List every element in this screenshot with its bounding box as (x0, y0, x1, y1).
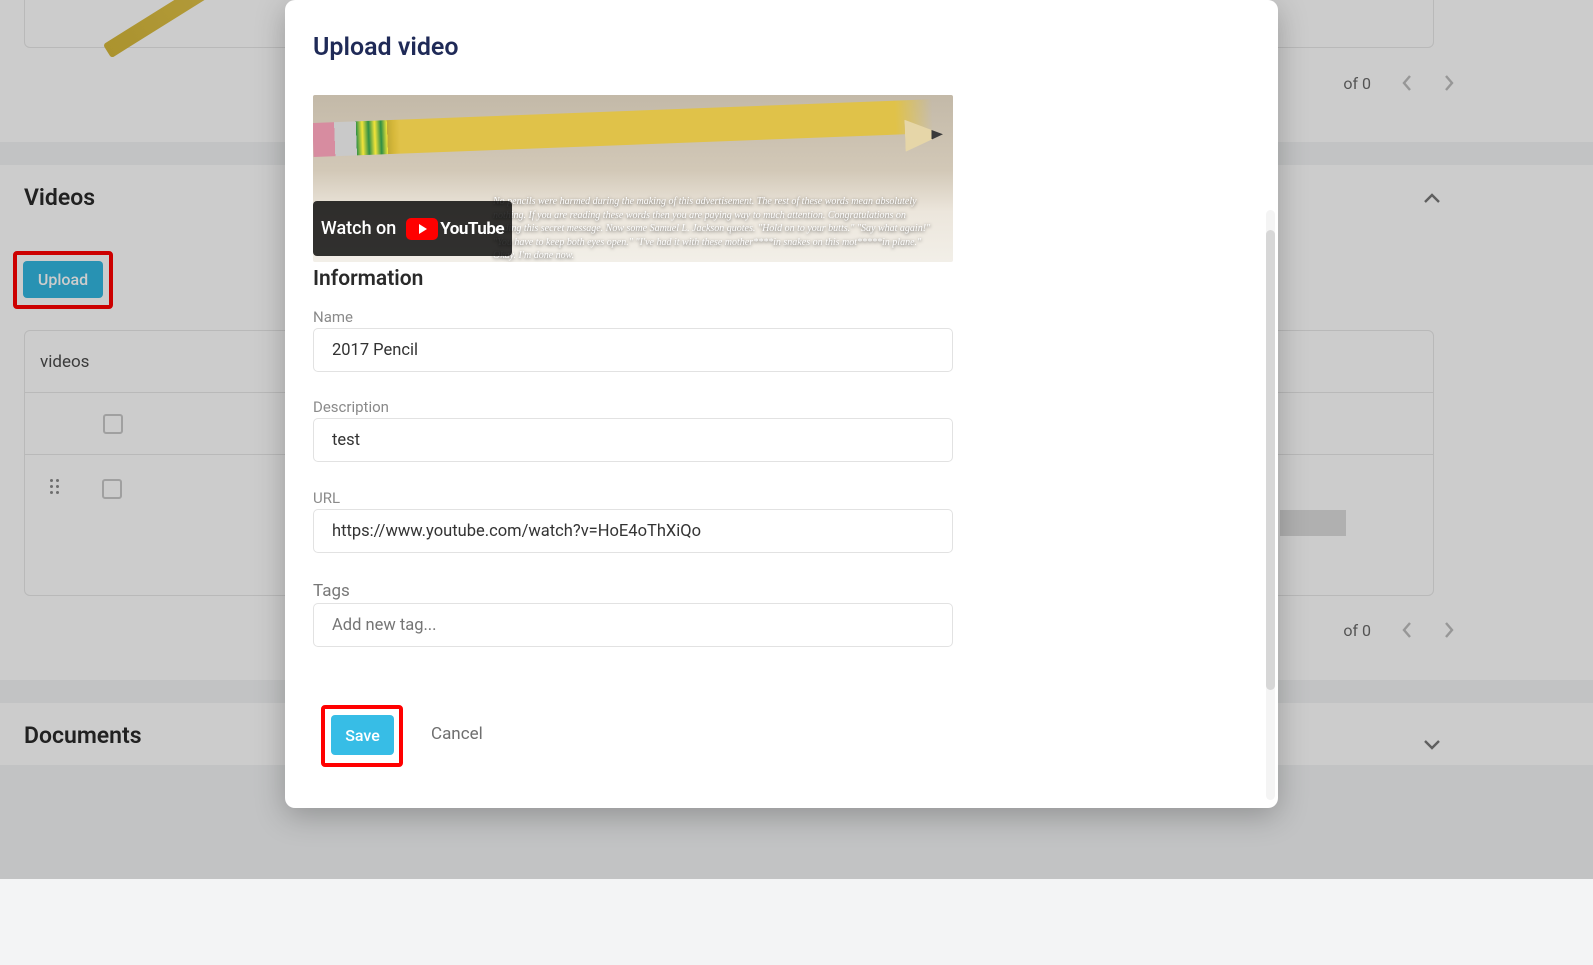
information-heading: Information (313, 267, 423, 291)
tags-input[interactable] (313, 603, 953, 647)
watch-on-label: Watch on (321, 218, 396, 239)
youtube-logo-icon: YouTube (406, 218, 504, 240)
description-label: Description (313, 398, 389, 416)
preview-caption-text: No pencils were harmed during the making… (493, 195, 933, 262)
youtube-word: YouTube (440, 219, 504, 239)
scrollbar-track[interactable] (1266, 210, 1275, 800)
tags-label: Tags (313, 581, 350, 601)
modal-title: Upload video (313, 33, 459, 62)
save-button[interactable]: Save (331, 715, 394, 755)
video-preview[interactable]: No pencils were harmed during the making… (313, 95, 953, 262)
url-label: URL (313, 489, 340, 507)
upload-video-modal: Upload video No pencils were harmed duri… (285, 0, 1278, 808)
name-label: Name (313, 308, 353, 326)
scrollbar-thumb[interactable] (1266, 230, 1275, 690)
description-input[interactable] (313, 418, 953, 462)
url-input[interactable] (313, 509, 953, 553)
cancel-button[interactable]: Cancel (431, 724, 483, 744)
pencil-graphic (313, 99, 933, 157)
name-input[interactable] (313, 328, 953, 372)
watch-on-youtube-button[interactable]: Watch on YouTube (313, 201, 512, 256)
